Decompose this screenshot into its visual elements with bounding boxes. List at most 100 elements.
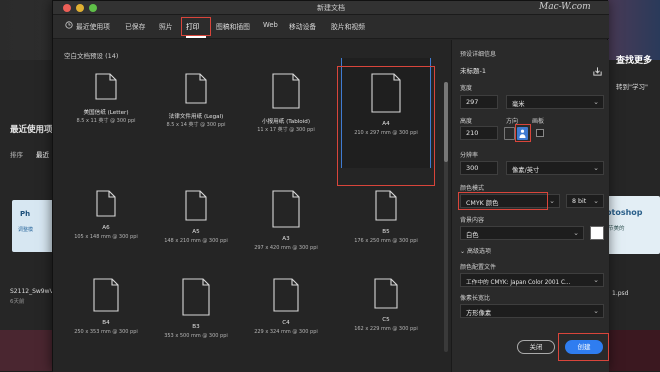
chevron-down-icon: ⌄ [573, 229, 579, 237]
width-value: 297 [466, 98, 479, 106]
preset-name: 小报用纸 (Tabloid) [261, 119, 311, 125]
preset-size: 8.5 x 11 英寸 @ 300 ppi [76, 118, 136, 124]
preset-c5[interactable]: C5 162 x 229 mm @ 300 ppi [341, 258, 431, 368]
advanced-options-label: 高级选项 [466, 248, 491, 255]
portrait-orientation-button[interactable] [504, 127, 515, 140]
recent-file-date: 6天前 [10, 299, 25, 305]
document-icon [272, 190, 300, 228]
resolution-label: 分辨率 [460, 152, 479, 159]
resolution-input[interactable]: 300 [460, 161, 498, 175]
resolution-unit-value: 像素/英寸 [512, 167, 540, 174]
preset-size: 11 x 17 英寸 @ 300 ppi [257, 127, 315, 133]
width-unit-select[interactable]: 毫米 ⌄ [506, 95, 604, 109]
tab-mobile[interactable]: 移动设备 [289, 21, 316, 31]
clock-icon [65, 21, 73, 31]
dialog-titlebar: 新建文档 Mac-W.com [53, 1, 609, 15]
preset-size: 176 x 250 mm @ 300 ppi [354, 238, 418, 244]
background-color-swatch[interactable] [590, 226, 604, 240]
bottom-thumb-right [608, 330, 660, 371]
tab-art-illustration[interactable]: 图稿和插图 [216, 21, 250, 31]
recent-thumb-brand-right: otoshop [606, 208, 643, 217]
preset-b4[interactable]: B4 250 x 353 mm @ 300 ppi [61, 258, 151, 368]
pixel-aspect-value: 方形像素 [466, 310, 492, 317]
artboard-checkbox[interactable] [536, 129, 544, 137]
document-icon [272, 73, 300, 109]
chevron-down-icon: ⌄ [593, 197, 599, 205]
go-to-learn-link[interactable]: 转到"学习" [616, 81, 648, 91]
dialog-title: 新建文档 [317, 4, 345, 12]
document-icon [273, 278, 299, 312]
recent-thumb-sub: 调整模 [18, 227, 34, 233]
color-profile-label: 颜色配置文件 [460, 264, 497, 271]
preset-name: A3 [282, 236, 290, 242]
preset-legal[interactable]: 法律文件用纸 (Legal) 8.5 x 14 英寸 @ 300 ppi [151, 58, 241, 168]
document-icon [95, 73, 117, 100]
preset-name: 法律文件用纸 (Legal) [168, 114, 224, 120]
height-label: 高度 [460, 118, 473, 125]
tab-saved[interactable]: 已保存 [125, 21, 145, 31]
document-icon [182, 278, 210, 316]
document-icon [93, 278, 119, 312]
sort-label: 排序 [10, 151, 23, 159]
preset-name: A6 [102, 225, 110, 231]
preset-b3[interactable]: B3 353 x 500 mm @ 300 ppi [151, 258, 241, 368]
save-preset-icon[interactable] [592, 62, 603, 81]
preset-size: 353 x 500 mm @ 300 ppi [164, 333, 228, 339]
orientation-highlight-outline [515, 124, 531, 142]
document-icon [96, 190, 116, 217]
pixel-aspect-label: 像素长宽比 [460, 295, 491, 302]
sort-value[interactable]: 最近 [36, 149, 49, 159]
preset-name: C5 [382, 317, 390, 323]
tab-active-underline [186, 36, 206, 38]
chevron-down-icon: ⌄ [593, 307, 599, 315]
document-icon [374, 278, 398, 309]
presets-panel: 空白文档预设 (14) 美国信纸 (Letter) 8.5 x 11 英寸 @ 3… [53, 40, 451, 372]
bit-depth-select[interactable]: 8 bit ⌄ [566, 194, 604, 208]
recent-file-name-right: 1.psd [612, 290, 629, 297]
close-button[interactable]: 关闭 [517, 340, 555, 354]
bit-depth-value: 8 bit [572, 198, 587, 205]
selected-preset-outline [337, 66, 435, 186]
document-icon [375, 190, 397, 221]
recent-thumb-sub-right: 节美的 [608, 226, 625, 232]
height-input[interactable]: 210 [460, 126, 498, 140]
chevron-down-icon: ⌄ [593, 164, 599, 172]
preset-c4[interactable]: C4 229 x 324 mm @ 300 ppi [241, 258, 331, 368]
resolution-unit-select[interactable]: 像素/英寸 ⌄ [506, 161, 604, 175]
preset-details-panel: 预设详细信息 未标题-1 宽度 297 毫米 ⌄ 高度 方向 画板 210 分辨… [451, 40, 609, 372]
document-name-input[interactable]: 未标题-1 [460, 65, 486, 75]
tab-photo[interactable]: 照片 [159, 21, 173, 31]
color-mode-label: 颜色模式 [460, 185, 485, 192]
preset-size: 8.5 x 14 英寸 @ 300 ppi [166, 122, 226, 128]
preset-letter[interactable]: 美国信纸 (Letter) 8.5 x 11 英寸 @ 300 ppi [61, 58, 151, 168]
color-profile-select[interactable]: 工作中的 CMYK: Japan Color 2001 C... ⌄ [460, 273, 604, 287]
recent-thumb-brand: Ph [20, 210, 31, 218]
background-content-label: 背景内容 [460, 217, 485, 224]
tab-web[interactable]: Web [263, 21, 278, 29]
preset-name: B4 [102, 320, 110, 326]
tab-recent[interactable]: 最近使用项 [65, 21, 110, 31]
pixel-aspect-select[interactable]: 方形像素 ⌄ [460, 304, 604, 318]
preset-name: C4 [282, 320, 290, 326]
chevron-down-icon: ⌄ [549, 197, 555, 205]
artboard-label: 画板 [532, 118, 545, 125]
create-highlight-outline [558, 333, 609, 361]
advanced-options-toggle[interactable]: ⌄ 高级选项 [460, 246, 491, 255]
find-more-heading: 查找更多 [616, 56, 653, 66]
recent-title: 最近使用项 [10, 125, 53, 135]
preset-tabloid[interactable]: 小报用纸 (Tabloid) 11 x 17 英寸 @ 300 ppi [241, 58, 331, 168]
document-icon [185, 73, 207, 104]
presets-scroll-thumb[interactable] [444, 82, 448, 162]
document-icon [185, 190, 207, 221]
background-content-select[interactable]: 白色 ⌄ [460, 226, 584, 240]
preset-size: 297 x 420 mm @ 300 ppi [254, 245, 318, 251]
preset-name: B5 [382, 229, 390, 235]
preset-size: 250 x 353 mm @ 300 ppi [74, 329, 138, 335]
bottom-thumb-left [0, 330, 52, 371]
tab-film-video[interactable]: 胶片和视频 [331, 21, 365, 31]
chevron-down-icon: ⌄ [460, 248, 466, 255]
preset-size: 105 x 148 mm @ 300 ppi [74, 234, 138, 240]
width-input[interactable]: 297 [460, 95, 498, 109]
preset-name: A5 [192, 229, 200, 235]
preset-size: 148 x 210 mm @ 300 ppi [164, 238, 228, 244]
